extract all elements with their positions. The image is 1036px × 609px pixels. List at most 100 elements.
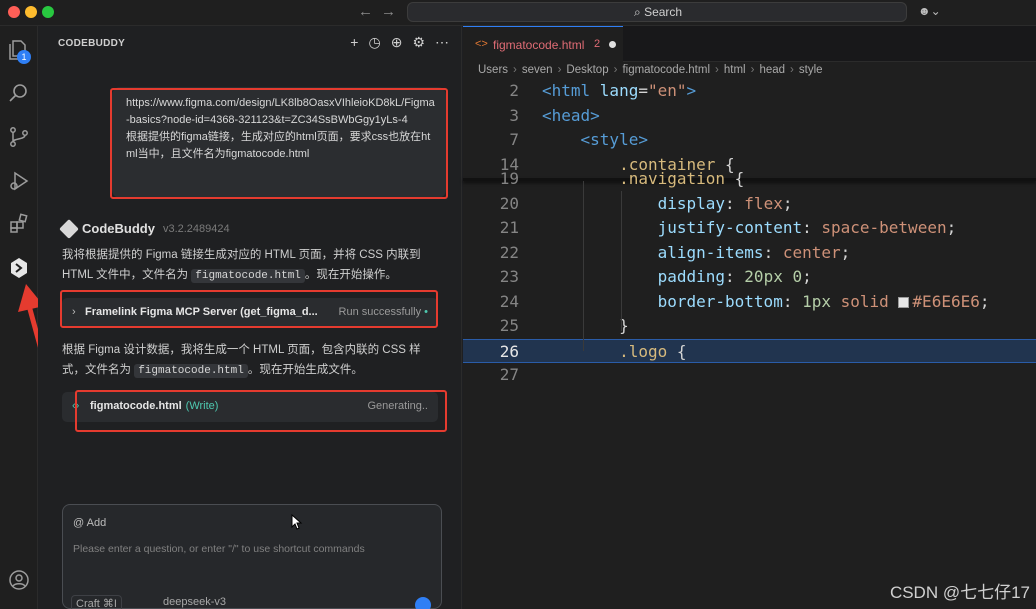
codebuddy-logo-icon (59, 218, 79, 239)
line-number: 27 (499, 365, 519, 384)
target-icon[interactable]: ⊕ (391, 34, 403, 51)
tab-problem-count: 2 (594, 38, 601, 50)
line-source: align-items: center; (542, 241, 851, 265)
code-token: ; (802, 267, 812, 286)
code-token: .logo (619, 341, 668, 361)
assistant-paragraph-2: 根据 Figma 设计数据，我将生成一个 HTML 页面，包含内联的 CSS 样… (62, 340, 442, 381)
codebuddy-panel: CODEBUDDY + ◷ ⊕ ⚙ ⋯ https://www.figma.co… (38, 26, 462, 609)
code-token: center (782, 242, 841, 262)
editor-tab[interactable]: <> figmatocode.html 2 (463, 26, 623, 62)
code-line[interactable]: 21 justify-content: space-between; (463, 216, 1036, 240)
line-source: .navigation { (542, 167, 744, 191)
assistant-paragraph-1: 我将根据提供的 Figma 链接生成对应的 HTML 页面，并将 CSS 内联到… (62, 245, 442, 286)
code-token: border-bottom (657, 291, 783, 311)
code-line[interactable]: 20 display: flex; (463, 192, 1036, 216)
code-token: : (725, 267, 745, 286)
breadcrumb-item[interactable]: Desktop (566, 64, 608, 76)
code-token: align-items (657, 242, 764, 262)
code-token: #E6E6E6 (912, 291, 980, 311)
inline-code: figmatocode.html (134, 364, 248, 378)
line-number: 24 (499, 291, 519, 311)
breadcrumb-separator: › (513, 64, 517, 76)
minimize-window-button[interactable] (25, 6, 37, 18)
model-selector[interactable]: deepseek-v3 (163, 596, 226, 608)
line-number: 19 (499, 169, 519, 188)
line-number: 25 (499, 316, 519, 335)
line-source: <html lang="en"> (542, 79, 696, 103)
breadcrumb-item[interactable]: style (799, 64, 823, 76)
breadcrumb-separator: › (790, 64, 794, 76)
title-bar: ← → ⌕ Search ☻⌄ (0, 0, 1036, 26)
line-number: 23 (499, 267, 519, 286)
code-token: 1px (802, 291, 841, 311)
breadcrumb-item[interactable]: head (759, 64, 785, 76)
extensions-icon[interactable] (7, 212, 31, 236)
line-source: justify-content: space-between; (542, 216, 957, 240)
indent-guide (583, 181, 584, 351)
code-line[interactable]: 25 } (463, 314, 1036, 338)
code-line[interactable]: 19 .navigation { (463, 167, 1036, 191)
watermark: CSDN @七七仔17 (889, 583, 1030, 602)
code-token: flex (744, 193, 783, 213)
history-icon[interactable]: ◷ (368, 34, 380, 51)
line-number: 21 (499, 218, 519, 237)
close-window-button[interactable] (8, 6, 20, 18)
more-icon[interactable]: ⋯ (435, 34, 449, 51)
breadcrumb-item[interactable]: html (724, 64, 746, 76)
code-token: <html (542, 81, 600, 100)
chat-input-placeholder[interactable]: Please enter a question, or enter "/" to… (73, 543, 365, 555)
unsaved-dot-icon[interactable] (609, 41, 616, 48)
code-token: ; (979, 291, 990, 311)
code-line[interactable]: 3 <head> (463, 104, 1036, 128)
codebuddy-icon[interactable] (7, 256, 31, 280)
code-line[interactable]: 7 <style> (463, 128, 1036, 152)
line-source: display: flex; (542, 192, 793, 216)
mouse-cursor-icon (291, 514, 303, 530)
send-button[interactable] (415, 597, 431, 609)
code-token: lang (599, 81, 639, 100)
breadcrumb-item[interactable]: figmatocode.html (622, 64, 710, 76)
search-icon: ⌕ (634, 5, 645, 19)
code-line[interactable]: 24 border-bottom: 1px solid #E6E6E6; (463, 290, 1036, 314)
mode-selector[interactable]: Craft ⌘I (71, 595, 122, 609)
line-source: <head> (542, 104, 600, 128)
code-line[interactable]: 26 .logo { (463, 338, 1036, 363)
line-number: 20 (499, 193, 519, 213)
code-line[interactable]: 23 padding: 20px 0; (463, 265, 1036, 289)
paragraph-text: 。现在开始操作。 (304, 269, 397, 281)
back-arrow-icon[interactable]: ← (358, 3, 373, 20)
breadcrumb-item[interactable]: Users (478, 64, 508, 76)
highlight-box-file-write (75, 390, 447, 432)
code-line[interactable]: 27 (463, 363, 1036, 387)
chat-input-box[interactable]: @ Add Please enter a question, or enter … (62, 504, 442, 609)
command-search-box[interactable]: ⌕ Search (407, 2, 907, 22)
breadcrumb-item[interactable]: seven (522, 64, 553, 76)
code-token: = (638, 81, 648, 100)
breadcrumb-separator: › (750, 64, 755, 76)
add-context-button[interactable]: @ Add (73, 517, 106, 529)
forward-arrow-icon[interactable]: → (381, 3, 396, 20)
source-control-icon[interactable] (7, 125, 31, 149)
code-token: .navigation (619, 169, 726, 188)
account-icon[interactable] (7, 568, 31, 592)
code-line[interactable]: 22 align-items: center; (463, 241, 1036, 265)
new-chat-icon[interactable]: + (350, 34, 358, 51)
run-debug-icon[interactable] (7, 169, 31, 193)
maximize-window-button[interactable] (42, 6, 54, 18)
tab-filename: figmatocode.html (493, 38, 585, 52)
code-line[interactable]: 2 <html lang="en"> (463, 79, 1036, 103)
code-token: ; (782, 193, 793, 213)
html-file-icon: <> (475, 38, 488, 50)
settings-icon[interactable]: ⚙ (412, 34, 425, 51)
search-icon[interactable] (7, 81, 31, 105)
search-label: Search (644, 5, 683, 19)
copilot-icon[interactable]: ☻⌄ (918, 4, 941, 18)
line-source: border-bottom: 1px solid #E6E6E6; (542, 290, 990, 314)
code-token: "en" (647, 81, 687, 100)
code-token: display (657, 193, 726, 213)
code-token: : (725, 193, 745, 213)
code-token: ; (946, 218, 957, 237)
